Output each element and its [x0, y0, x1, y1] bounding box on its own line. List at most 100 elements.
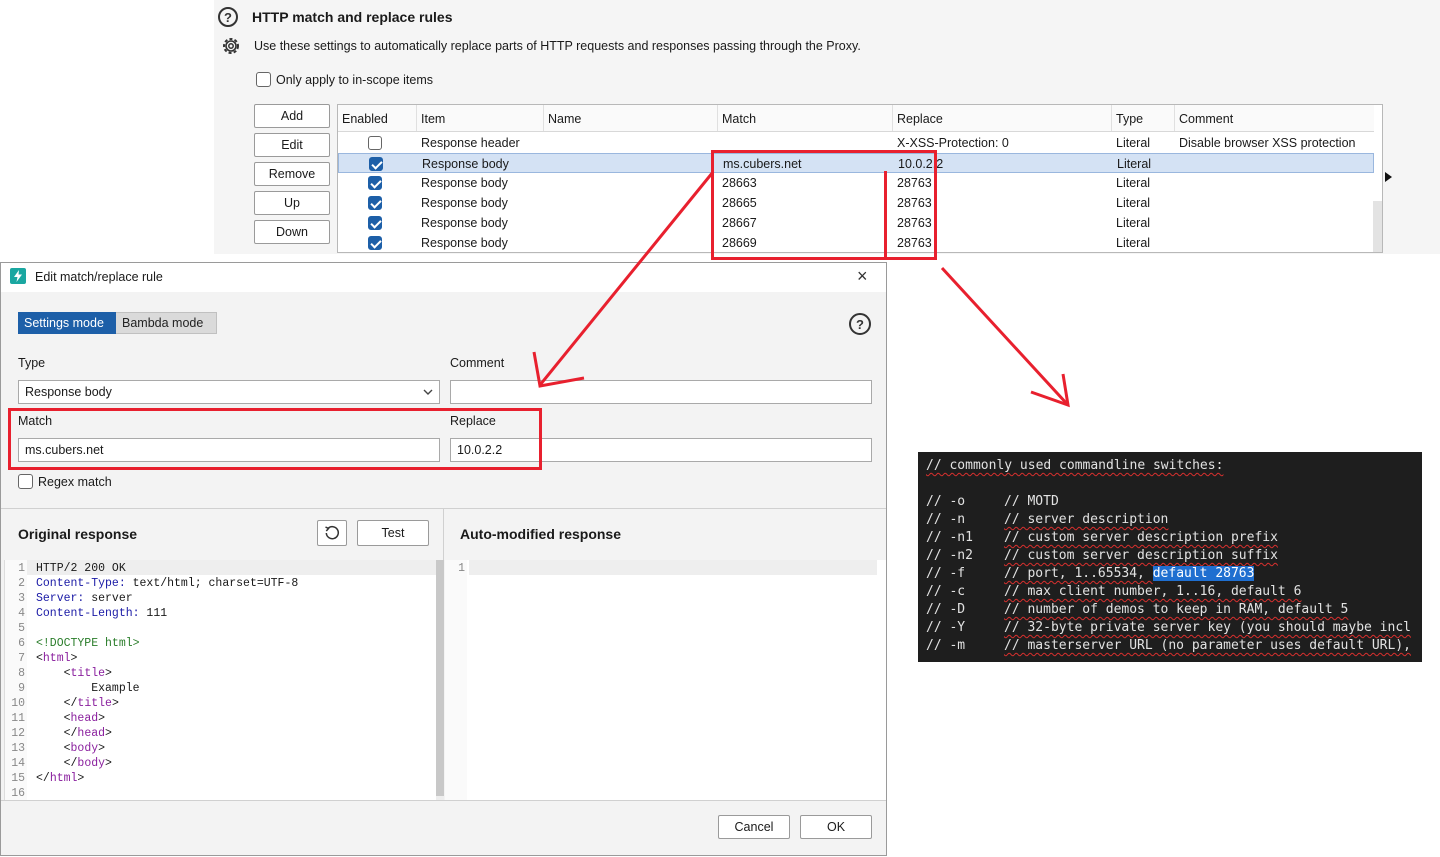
highlighted-default-port: default 28763	[1152, 566, 1255, 581]
cell-item: Response body	[421, 216, 508, 230]
help-icon[interactable]: ?	[218, 7, 238, 27]
enabled-checkbox[interactable]	[368, 216, 382, 230]
remove-button[interactable]: Remove	[254, 162, 330, 186]
cell-name	[545, 154, 549, 174]
close-icon[interactable]: ×	[857, 266, 868, 287]
code-line: </body>	[36, 757, 112, 770]
column-header-match[interactable]: Match	[718, 105, 893, 131]
code-line: HTTP/2 200 OK	[36, 562, 126, 575]
auto-modified-response-editor[interactable]: 1	[445, 560, 886, 800]
switch-flag: // -n1	[926, 530, 973, 545]
code-line: Content-Type: text/html; charset=UTF-8	[36, 577, 299, 590]
line-number: 14	[11, 757, 25, 770]
cell-item: Response body	[421, 236, 508, 250]
server-switches-code-snippet: // commonly used commandline switches: /…	[918, 452, 1422, 662]
line-number: 7	[18, 652, 25, 665]
code-line: <title>	[36, 667, 112, 680]
cell-item: Response body	[421, 196, 508, 210]
table-scrollbar[interactable]	[1373, 201, 1382, 252]
cell-type: Literal	[1116, 196, 1151, 210]
switch-line: // -f // port, 1..65534, default 28763	[926, 566, 1255, 581]
column-header-comment[interactable]: Comment	[1175, 105, 1374, 131]
bambda-mode-tab[interactable]: Bambda mode	[116, 312, 217, 334]
line-number: 3	[18, 592, 25, 605]
ok-button[interactable]: OK	[800, 815, 872, 839]
enabled-checkbox[interactable]	[369, 157, 383, 171]
line-number: 1	[458, 562, 465, 575]
switch-flag: // -m	[926, 638, 966, 653]
switch-line: // -Y // 32-byte private server key (you …	[926, 620, 1411, 635]
column-header-item[interactable]: Item	[417, 105, 544, 131]
code-line: </head>	[36, 727, 112, 740]
switch-flag: // -D	[926, 602, 966, 617]
type-select-value: Response body	[25, 385, 112, 399]
comment-label: Comment	[450, 356, 505, 370]
switch-description: // number of demos to keep in RAM, defau…	[1004, 602, 1349, 617]
switch-description: // masterserver URL (no parameter uses d…	[1004, 638, 1411, 653]
column-header-replace[interactable]: Replace	[893, 105, 1112, 131]
test-button[interactable]: Test	[357, 520, 429, 546]
cancel-button[interactable]: Cancel	[718, 815, 790, 839]
comment-input[interactable]	[450, 380, 872, 404]
line-number: 12	[11, 727, 25, 740]
code-line: Server: server	[36, 592, 133, 605]
reset-button[interactable]	[317, 520, 347, 546]
regex-checkbox[interactable]	[18, 474, 33, 489]
original-response-editor[interactable]: 1 HTTP/2 200 OK 2 Content-Type: text/html; …	[4, 560, 436, 800]
cell-comment	[1175, 233, 1179, 252]
section-title: HTTP match and replace rules	[252, 9, 453, 25]
gear-icon[interactable]	[220, 35, 242, 57]
edit-button[interactable]: Edit	[254, 133, 330, 157]
divider	[1, 800, 886, 801]
in-scope-option[interactable]: Only apply to in-scope items	[256, 72, 433, 87]
scroll-right-arrow-icon[interactable]	[1385, 172, 1392, 182]
auto-modified-response-title: Auto-modified response	[460, 526, 622, 542]
line-number: 13	[11, 742, 25, 755]
switch-description: // max client number, 1..16, default 6	[1004, 584, 1302, 599]
annotation-box-match-replace	[8, 408, 542, 470]
section-description: Use these settings to automatically repl…	[254, 39, 861, 53]
switch-description: // port, 1..65534,	[1004, 566, 1153, 581]
code-header-text: // commonly used commandline switches:	[926, 458, 1224, 473]
switch-line: // -o // MOTD	[926, 494, 1059, 509]
line-number: 8	[18, 667, 25, 680]
settings-mode-tab[interactable]: Settings mode	[18, 312, 116, 334]
column-header-type[interactable]: Type	[1112, 105, 1175, 131]
cell-comment	[1176, 154, 1180, 174]
switch-line: // -n2 // custom server description suffi…	[926, 548, 1278, 563]
switch-line: // -m // masterserver URL (no parameter u…	[926, 638, 1411, 653]
in-scope-checkbox[interactable]	[256, 72, 271, 87]
enabled-checkbox[interactable]	[368, 236, 382, 250]
enabled-checkbox[interactable]	[368, 196, 382, 210]
cell-item: Response body	[421, 176, 508, 190]
burp-logo-icon	[10, 268, 26, 284]
switch-flag: // -n	[926, 512, 966, 527]
up-button[interactable]: Up	[254, 191, 330, 215]
switch-description: // custom server description suffix	[1004, 548, 1278, 563]
code-line: </title>	[36, 697, 119, 710]
switch-flag: // -Y	[926, 620, 966, 635]
cell-item: Response body	[422, 157, 509, 171]
original-response-title: Original response	[18, 526, 138, 542]
code-line: <!DOCTYPE html>	[36, 637, 140, 650]
column-header-name[interactable]: Name	[544, 105, 718, 131]
editor-scrollbar[interactable]	[436, 560, 444, 796]
enabled-checkbox[interactable]	[368, 176, 382, 190]
regex-option[interactable]: Regex match	[18, 474, 112, 489]
current-line-highlight	[469, 560, 877, 575]
type-select[interactable]: Response body	[18, 380, 440, 404]
switch-description: // 32-byte private server key (you shoul…	[1004, 620, 1411, 635]
code-line: Content-Length: 111	[36, 607, 168, 620]
reset-icon	[325, 526, 339, 540]
column-header-enabled[interactable]: Enabled	[338, 105, 417, 131]
enabled-checkbox[interactable]	[368, 136, 382, 150]
cell-comment	[1175, 173, 1179, 193]
annotation-box-replace-ports	[884, 171, 937, 260]
down-button[interactable]: Down	[254, 220, 330, 244]
add-button[interactable]: Add	[254, 104, 330, 128]
dialog-help-icon[interactable]: ?	[849, 313, 871, 335]
cell-name	[544, 193, 548, 213]
switch-description: // custom server description prefix	[1004, 530, 1278, 545]
line-number: 6	[18, 637, 25, 650]
switch-line: // -D // number of demos to keep in RAM, …	[926, 602, 1348, 617]
